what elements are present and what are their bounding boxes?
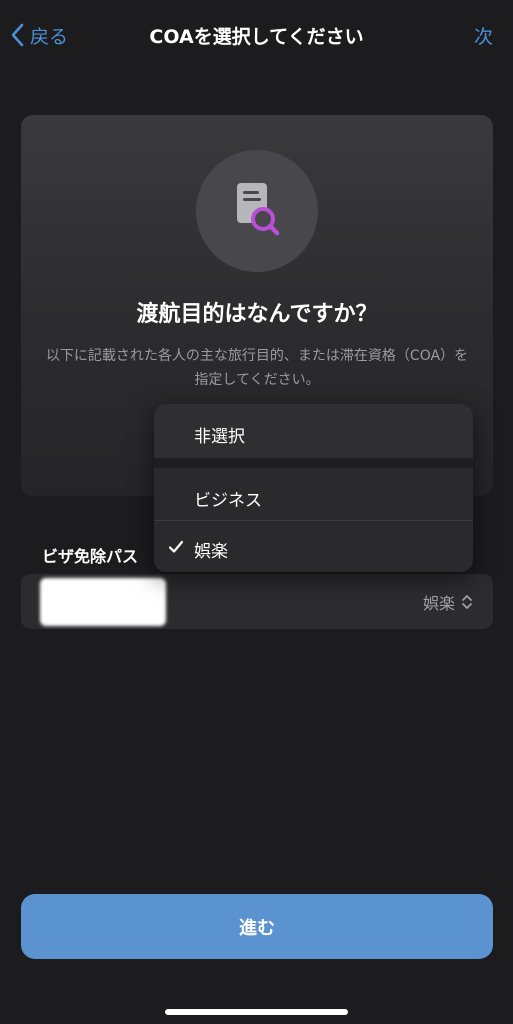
menu-item-none[interactable]: 非選択 xyxy=(154,404,473,458)
menu-group-separator xyxy=(154,458,473,468)
purpose-description: 以下に記載された各人の主な旅行目的、または滞在資格（COA）を指定してください。 xyxy=(45,348,469,388)
section-label: ビザ免除パス xyxy=(42,547,139,566)
page-title: COAを選択してください xyxy=(149,26,364,48)
menu-item-label: 娯楽 xyxy=(194,542,228,562)
chevron-up-down-icon xyxy=(462,595,472,609)
next-button[interactable]: 次 xyxy=(474,22,493,49)
proceed-button[interactable]: 進む xyxy=(21,894,493,959)
purpose-dropdown-menu: 非選択 ビジネス 娯楽 xyxy=(154,404,473,572)
menu-item-label: 非選択 xyxy=(194,427,245,447)
menu-item-label: ビジネス xyxy=(194,491,262,511)
redacted-name xyxy=(40,578,166,626)
menu-item-leisure[interactable]: 娯楽 xyxy=(154,521,473,572)
home-indicator xyxy=(165,1009,348,1015)
purpose-question: 渡航目的はなんですか？ xyxy=(136,302,378,327)
navigation-bar: 戻る COAを選択してください 次 xyxy=(0,0,513,72)
document-search-icon xyxy=(237,183,280,236)
menu-item-business[interactable]: ビジネス xyxy=(154,468,473,520)
icon-container xyxy=(196,150,318,272)
purpose-selector[interactable]: 娯楽 xyxy=(423,590,473,614)
selected-purpose: 娯楽 xyxy=(422,594,455,613)
checkmark-icon xyxy=(168,540,184,553)
